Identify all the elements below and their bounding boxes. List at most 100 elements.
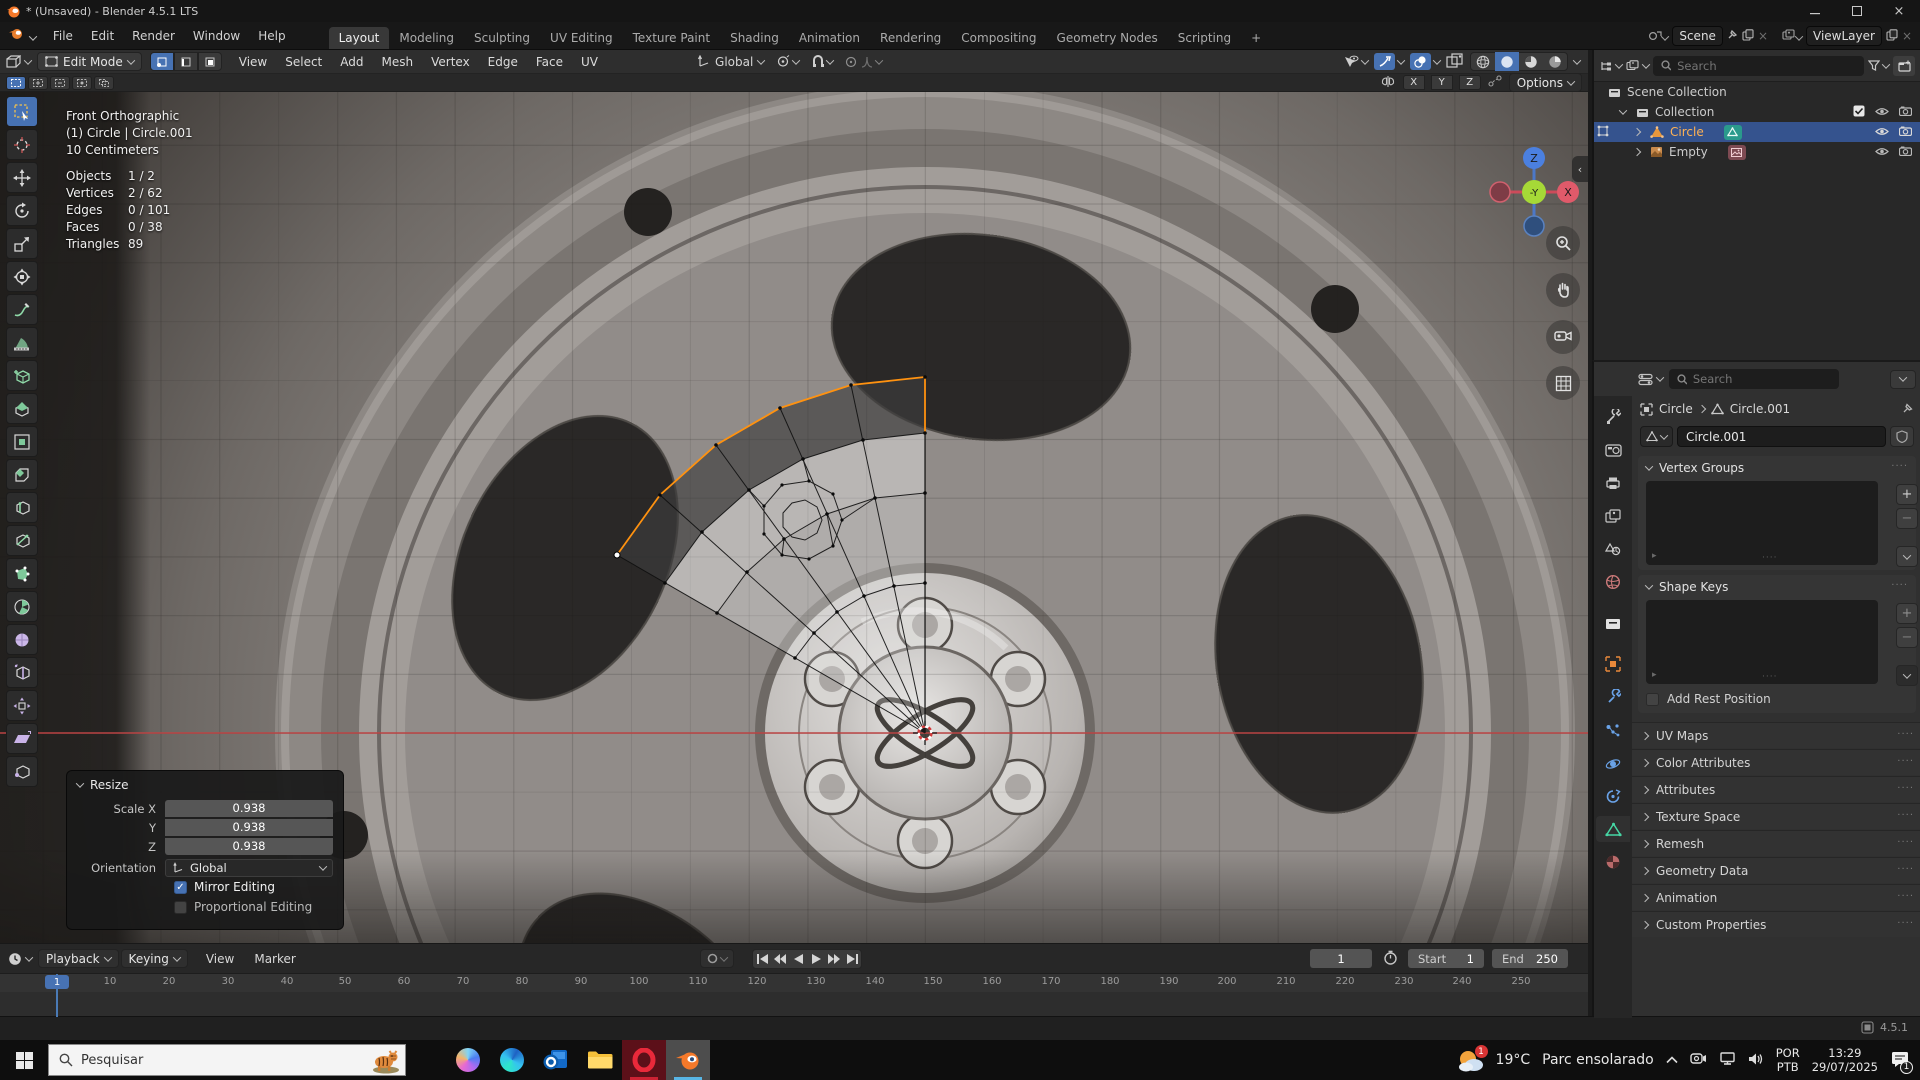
tab-compositing[interactable]: Compositing [951, 27, 1046, 49]
jump-to-start-button[interactable] [753, 950, 771, 968]
collection-checkbox[interactable] [1853, 105, 1865, 120]
tool-edge-slide[interactable] [6, 657, 38, 688]
start-button[interactable] [0, 1040, 48, 1080]
timeline-editor-type-button[interactable] [8, 952, 32, 966]
panel-uv-maps[interactable]: UV Maps···· [1632, 722, 1920, 748]
gizmo-neg-x-axis[interactable] [1490, 182, 1510, 202]
tool-rip-region[interactable] [6, 756, 38, 787]
opera-app-icon[interactable] [622, 1040, 666, 1080]
panel-grip[interactable]: ···· [1891, 461, 1908, 472]
rendered-shading-button[interactable] [1543, 55, 1567, 69]
tray-expand-chevron[interactable] [1666, 1053, 1678, 1067]
zoom-view-button[interactable] [1546, 226, 1580, 260]
weather-temp[interactable]: 19°C [1496, 1052, 1531, 1068]
active-vertex[interactable] [614, 552, 620, 558]
resize-operator-panel[interactable]: Resize Scale X0.938 Y0.938 Z0.938 Orient… [66, 770, 344, 930]
collapse-icon[interactable] [1645, 581, 1653, 589]
xray-toggle[interactable] [1446, 53, 1464, 71]
datablock-name-field[interactable]: Circle.001 [1677, 426, 1886, 447]
menu-mesh[interactable]: Mesh [373, 55, 423, 69]
edge-select-button[interactable] [174, 52, 198, 71]
panel-texture-space[interactable]: Texture Space···· [1632, 803, 1920, 829]
next-keyframe-button[interactable] [825, 950, 843, 968]
tool-cursor[interactable] [6, 129, 38, 160]
tool-shear[interactable] [6, 723, 38, 754]
tool-measure[interactable] [6, 327, 38, 358]
panel-grip[interactable]: ···· [1891, 580, 1908, 591]
playback-menu[interactable]: Playback [38, 949, 119, 968]
expand-icon[interactable] [1633, 128, 1641, 136]
current-frame-badge[interactable]: 1 [45, 975, 69, 989]
add-vertex-group-button[interactable]: + [1896, 484, 1918, 505]
tab-texture-paint[interactable]: Texture Paint [623, 27, 720, 49]
mirror-y-button[interactable]: Y [1431, 75, 1453, 90]
outlook-app-icon[interactable] [534, 1040, 578, 1080]
disable-render-camera-icon[interactable] [1899, 125, 1912, 139]
taskbar-search[interactable]: Pesquisar [48, 1044, 406, 1076]
menu-render[interactable]: Render [123, 29, 184, 43]
proportional-editing-checkbox[interactable] [174, 901, 187, 914]
viewport-3d[interactable]: Edit Mode View Select Add Mesh Vertex Ed… [0, 50, 1588, 943]
expand-icon[interactable] [1633, 148, 1641, 156]
tab-uv-editing[interactable]: UV Editing [540, 27, 623, 49]
tab-collection-icon[interactable] [1596, 610, 1630, 636]
tool-inset-faces[interactable] [6, 426, 38, 457]
panel-grip[interactable]: ···· [1897, 756, 1914, 767]
add-shape-key-button[interactable]: + [1896, 603, 1918, 624]
vertex-select-button[interactable] [150, 52, 174, 71]
timeline-ruler[interactable]: 10 20 30 40 50 60 70 80 90 100 110 120 1… [0, 974, 1588, 992]
play-button[interactable] [807, 950, 825, 968]
file-explorer-app-icon[interactable] [578, 1040, 622, 1080]
tool-spin[interactable] [6, 591, 38, 622]
play-reverse-button[interactable] [789, 950, 807, 968]
disable-render-camera-icon[interactable] [1899, 145, 1912, 159]
select-mode-intersect-button[interactable] [94, 76, 114, 90]
tab-sculpting[interactable]: Sculpting [464, 27, 540, 49]
mirror-editing-checkbox[interactable]: ✓ [174, 881, 187, 894]
keying-menu[interactable]: Keying [121, 949, 188, 968]
list-grip[interactable]: ···· [1762, 553, 1777, 563]
expand-icon[interactable] [1619, 106, 1627, 114]
material-preview-button[interactable] [1519, 55, 1543, 69]
snapping-magnet-icon[interactable] [811, 55, 833, 68]
tree-row-scene-collection[interactable]: Scene Collection [1594, 82, 1920, 102]
outliner-search[interactable] [1653, 56, 1864, 76]
outliner-filter-image-dropdown[interactable] [1626, 60, 1649, 72]
mirror-z-button[interactable]: Z [1459, 75, 1481, 90]
panel-geometry-data[interactable]: Geometry Data···· [1632, 857, 1920, 883]
menu-vertex[interactable]: Vertex [422, 55, 479, 69]
collapse-icon[interactable] [76, 779, 84, 787]
tree-row-empty[interactable]: Empty [1594, 142, 1920, 162]
resize-handle-icon[interactable]: ▸ [1652, 670, 1657, 680]
menu-view[interactable]: View [230, 55, 276, 69]
tab-shading[interactable]: Shading [720, 27, 789, 49]
weather-icon[interactable]: 1 [1456, 1047, 1484, 1073]
scale-z-field[interactable]: 0.938 [165, 838, 333, 855]
tool-shrink-fatten[interactable] [6, 690, 38, 721]
tree-row-collection[interactable]: Collection [1594, 102, 1920, 122]
add-workspace-button[interactable]: + [1241, 27, 1271, 49]
tab-modifiers-icon[interactable] [1596, 684, 1630, 710]
datablock-type-dropdown[interactable] [1640, 426, 1673, 447]
tool-transform[interactable] [6, 261, 38, 292]
timeline-view-menu[interactable]: View [196, 952, 244, 966]
clock[interactable]: 13:29 29/07/2025 [1812, 1046, 1878, 1074]
tab-animation[interactable]: Animation [789, 27, 870, 49]
tool-extrude-region[interactable] [6, 393, 38, 424]
menu-file[interactable]: File [44, 29, 82, 43]
orientation-dropdown[interactable]: Global [165, 859, 333, 877]
new-collection-button[interactable] [1893, 56, 1915, 76]
minimize-button[interactable] [1794, 0, 1836, 22]
panel-grip[interactable]: ···· [1897, 891, 1914, 902]
vertex-groups-list[interactable]: ▸ ···· [1646, 481, 1878, 565]
collapse-icon[interactable] [1645, 462, 1653, 470]
tab-layout[interactable]: Layout [329, 27, 390, 49]
tab-object-icon[interactable] [1596, 651, 1630, 677]
search-highlight-tiger-image[interactable] [369, 1046, 403, 1074]
pin-scene-icon[interactable] [1727, 29, 1738, 43]
camera-view-button[interactable] [1546, 320, 1580, 354]
tool-loop-cut[interactable] [6, 492, 38, 523]
tool-rotate[interactable] [6, 195, 38, 226]
tool-annotate[interactable] [6, 294, 38, 325]
menu-help[interactable]: Help [249, 29, 294, 43]
